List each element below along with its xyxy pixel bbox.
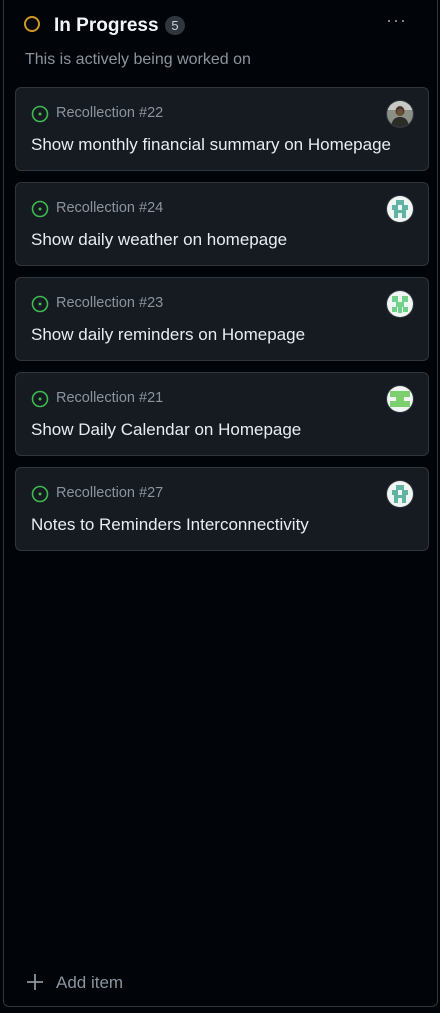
issue-card[interactable]: Recollection #22 Show monthly financial …	[15, 87, 429, 171]
item-count-badge: 5	[165, 16, 185, 35]
issue-reference-link[interactable]: Recollection #27	[56, 484, 163, 502]
column-menu-button[interactable]: ···	[386, 10, 407, 30]
assignee-avatar[interactable]	[387, 386, 413, 412]
open-issue-icon	[31, 295, 49, 313]
issue-title-link[interactable]: Show daily weather on homepage	[31, 230, 287, 250]
open-issue-icon	[31, 105, 49, 123]
in-progress-column: In Progress 5 ··· This is actively being…	[3, 0, 438, 1007]
add-item-label: Add item	[56, 973, 124, 992]
assignee-avatar[interactable]	[387, 101, 413, 127]
issue-reference-link[interactable]: Recollection #21	[56, 389, 163, 407]
column-description: This is actively being worked on	[25, 51, 251, 68]
in-progress-status-icon	[24, 16, 40, 32]
issue-card[interactable]: Recollection #24 Show daily weather on h…	[15, 182, 429, 266]
issue-card[interactable]: Recollection #21 Show Daily Calendar on …	[15, 372, 429, 456]
assignee-avatar[interactable]	[387, 196, 413, 222]
issue-card[interactable]: Recollection #23 Show daily reminders on…	[15, 277, 429, 361]
issue-title-link[interactable]: Show monthly financial summary on Homepa…	[31, 135, 391, 155]
open-issue-icon	[31, 390, 49, 408]
plus-icon	[27, 974, 43, 990]
issue-title-link[interactable]: Show daily reminders on Homepage	[31, 325, 305, 345]
assignee-avatar[interactable]	[387, 291, 413, 317]
card-list: Recollection #22 Show monthly financial …	[15, 87, 429, 562]
issue-reference-link[interactable]: Recollection #24	[56, 199, 163, 217]
column-header: In Progress 5 ···	[24, 10, 417, 40]
issue-title-link[interactable]: Notes to Reminders Interconnectivity	[31, 515, 309, 535]
issue-reference-link[interactable]: Recollection #22	[56, 104, 163, 122]
open-issue-icon	[31, 485, 49, 503]
issue-reference-link[interactable]: Recollection #23	[56, 294, 163, 312]
issue-card[interactable]: Recollection #27 Notes to Reminders Inte…	[15, 467, 429, 551]
issue-title-link[interactable]: Show Daily Calendar on Homepage	[31, 420, 301, 440]
open-issue-icon	[31, 200, 49, 218]
column-title: In Progress	[54, 15, 159, 36]
assignee-avatar[interactable]	[387, 481, 413, 507]
